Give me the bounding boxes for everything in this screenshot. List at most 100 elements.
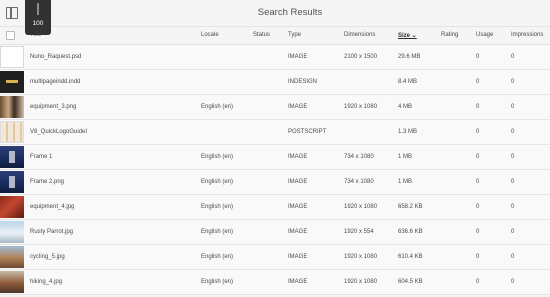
cell-impressions: 0 bbox=[511, 54, 515, 60]
page-title: Search Results bbox=[257, 7, 323, 18]
cell-impressions: 0 bbox=[511, 279, 515, 285]
cell-locale: English (en) bbox=[201, 179, 234, 185]
cell-impressions: 0 bbox=[511, 229, 515, 235]
cell-usage: 0 bbox=[476, 104, 480, 110]
column-header-usage[interactable]: Usage bbox=[476, 32, 493, 38]
cell-title[interactable]: V8_QuickLogoGuideI bbox=[30, 129, 87, 135]
cell-dimensions: 734 x 1080 bbox=[344, 179, 374, 185]
cell-usage: 0 bbox=[476, 154, 480, 160]
document-light-thumbnail bbox=[0, 46, 24, 68]
cell-type: IMAGE bbox=[288, 229, 308, 235]
cell-title[interactable]: equipment_3.png bbox=[30, 104, 76, 110]
sort-descending-icon: ⌄ bbox=[410, 33, 417, 39]
table-row[interactable]: Frame 2.png English (en) IMAGE 734 x 1080 1 … bbox=[0, 170, 550, 195]
logo-guide-thumbnail bbox=[0, 121, 24, 143]
cell-dimensions: 1920 x 1080 bbox=[344, 204, 378, 210]
cell-usage: 0 bbox=[476, 179, 480, 185]
column-header-impressions[interactable]: Impressions bbox=[511, 32, 543, 38]
cell-title[interactable]: Frame 1 bbox=[30, 154, 52, 160]
cell-usage: 0 bbox=[476, 129, 480, 135]
cell-type: IMAGE bbox=[288, 204, 308, 210]
cell-type: POSTSCRIPT bbox=[288, 129, 327, 135]
cell-size: 636.6 KB bbox=[398, 229, 423, 235]
cell-locale: English (en) bbox=[201, 204, 234, 210]
cell-title[interactable]: hiking_4.jpg bbox=[30, 279, 62, 285]
cell-impressions: 0 bbox=[511, 154, 515, 160]
cell-usage: 0 bbox=[476, 279, 480, 285]
cell-locale: English (en) bbox=[201, 254, 234, 260]
table-row[interactable]: Nuno_Raquest.psd IMAGE 2100 x 1500 29.6 MB 0… bbox=[0, 45, 550, 70]
cell-dimensions: 1920 x 554 bbox=[344, 229, 374, 235]
cell-size: 1.3 MB bbox=[398, 129, 418, 135]
results-table-body: Nuno_Raquest.psd IMAGE 2100 x 1500 29.6 MB 0… bbox=[0, 45, 550, 295]
cell-impressions: 0 bbox=[511, 79, 515, 85]
cycling-landscape-thumbnail bbox=[0, 246, 24, 268]
cell-size: 604.5 KB bbox=[398, 279, 423, 285]
cell-size: 658.2 KB bbox=[398, 204, 423, 210]
select-all-checkbox[interactable] bbox=[6, 31, 15, 40]
cell-dimensions: 1920 x 1080 bbox=[344, 104, 378, 110]
column-header-size[interactable]: Size ⌄ bbox=[398, 32, 417, 39]
cell-type: IMAGE bbox=[288, 279, 308, 285]
thumbnail-size-slider[interactable]: 100 bbox=[25, 0, 51, 35]
slider-value: 100 bbox=[32, 20, 44, 27]
size-header-label: Size bbox=[398, 33, 411, 39]
table-row[interactable]: equipment_3.png English (en) IMAGE 1920 x 1… bbox=[0, 95, 550, 120]
cell-type: IMAGE bbox=[288, 54, 308, 60]
cell-dimensions: 1920 x 1080 bbox=[344, 254, 378, 260]
cell-usage: 0 bbox=[476, 229, 480, 235]
cell-impressions: 0 bbox=[511, 254, 515, 260]
cell-type: IMAGE bbox=[288, 179, 308, 185]
cell-locale: English (en) bbox=[201, 229, 234, 235]
table-row[interactable]: Rusty Parrot.jpg English (en) IMAGE 1920 x … bbox=[0, 220, 550, 245]
table-row[interactable]: Frame 1 English (en) IMAGE 734 x 1080 1 MB 0 0 bbox=[0, 145, 550, 170]
cell-title[interactable]: Nuno_Raquest.psd bbox=[30, 54, 81, 60]
cell-type: IMAGE bbox=[288, 154, 308, 160]
cell-usage: 0 bbox=[476, 254, 480, 260]
cell-impressions: 0 bbox=[511, 104, 515, 110]
cell-size: 1 MB bbox=[398, 154, 413, 160]
table-row[interactable]: hiking_4.jpg English (en) IMAGE 1920 x 1080… bbox=[0, 270, 550, 295]
table-row[interactable]: equipment_4.jpg English (en) IMAGE 1920 x 1… bbox=[0, 195, 550, 220]
cell-title[interactable]: Frame 2.png bbox=[30, 179, 64, 185]
cell-title[interactable]: multipageindd.indd bbox=[30, 79, 80, 85]
cell-size: 29.6 MB bbox=[398, 54, 421, 60]
equipment-photo-thumbnail bbox=[0, 96, 24, 118]
blue-frame-thumbnail bbox=[0, 146, 24, 168]
dark-book-thumbnail bbox=[0, 71, 24, 93]
cell-locale: English (en) bbox=[201, 104, 234, 110]
cell-type: IMAGE bbox=[288, 254, 308, 260]
cell-impressions: 0 bbox=[511, 129, 515, 135]
cell-locale: English (en) bbox=[201, 279, 234, 285]
hiking-landscape-thumbnail bbox=[0, 271, 24, 293]
column-header-dimensions[interactable]: Dimensions bbox=[344, 32, 375, 38]
cell-impressions: 0 bbox=[511, 179, 515, 185]
cell-size: 1 MB bbox=[398, 179, 413, 185]
cell-type: IMAGE bbox=[288, 104, 308, 110]
cell-usage: 0 bbox=[476, 54, 480, 60]
cell-usage: 0 bbox=[476, 79, 480, 85]
cell-dimensions: 2100 x 1500 bbox=[344, 54, 378, 60]
slider-track[interactable] bbox=[37, 3, 39, 15]
cell-usage: 0 bbox=[476, 204, 480, 210]
cell-size: 8.4 MB bbox=[398, 79, 418, 85]
cell-impressions: 0 bbox=[511, 204, 515, 210]
top-bar: Search Results bbox=[0, 0, 550, 27]
column-header-rating[interactable]: Rating bbox=[441, 32, 458, 38]
column-header-status[interactable]: Status bbox=[253, 32, 270, 38]
red-equipment-thumbnail bbox=[0, 196, 24, 218]
cell-size: 610.4 KB bbox=[398, 254, 423, 260]
table-header: Title Locale Status Type Dimensions Size… bbox=[0, 28, 550, 45]
table-row[interactable]: cycling_5.jpg English (en) IMAGE 1920 x 108… bbox=[0, 245, 550, 270]
cell-title[interactable]: cycling_5.jpg bbox=[30, 254, 65, 260]
snowy-lodge-thumbnail bbox=[0, 221, 24, 243]
column-header-type[interactable]: Type bbox=[288, 32, 301, 38]
cell-size: 4 MB bbox=[398, 104, 413, 110]
cell-title[interactable]: Rusty Parrot.jpg bbox=[30, 229, 73, 235]
cell-locale: English (en) bbox=[201, 154, 234, 160]
cell-dimensions: 1920 x 1080 bbox=[344, 279, 378, 285]
column-header-locale[interactable]: Locale bbox=[201, 32, 219, 38]
table-row[interactable]: multipageindd.indd INDESIGN 8.4 MB 0 0 bbox=[0, 70, 550, 95]
cell-title[interactable]: equipment_4.jpg bbox=[30, 204, 74, 210]
table-row[interactable]: V8_QuickLogoGuideI POSTSCRIPT 1.3 MB 0 0 bbox=[0, 120, 550, 145]
